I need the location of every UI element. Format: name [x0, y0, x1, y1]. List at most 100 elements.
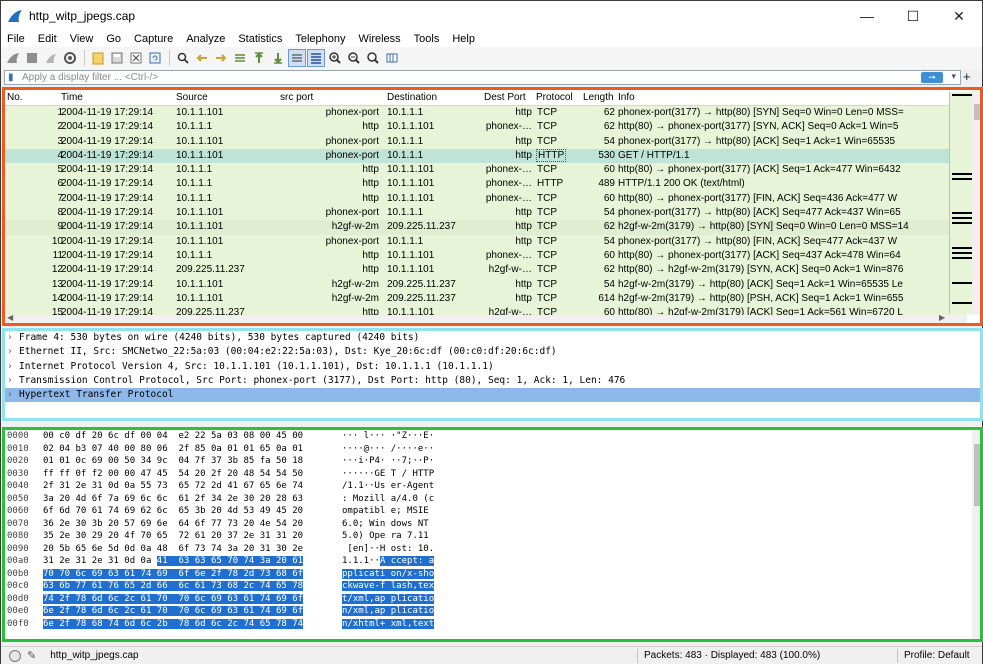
column-header-source[interactable]: Source: [176, 92, 208, 103]
column-header-length[interactable]: Length: [583, 92, 614, 103]
add-filter-button[interactable]: +: [963, 70, 971, 84]
packet-row[interactable]: 10 2004-11-19 17:29:14 10.1.1.101 phonex-po…: [5, 234, 967, 249]
packet-row[interactable]: 14 2004-11-19 17:29:14 10.1.1.101 h2gf-w-2m…: [5, 291, 967, 307]
packet-row[interactable]: 1 2004-11-19 17:29:14 10.1.1.101 phonex-por…: [5, 106, 967, 121]
apply-filter-arrow-icon[interactable]: ➞: [921, 72, 943, 83]
hex-line[interactable]: 0020 01 01 0c 69 00 50 34 9c 04 7f 37 3b …: [5, 455, 980, 468]
detail-tree-item[interactable]: › Frame 4: 530 bytes on wire (4240 bits),…: [5, 331, 980, 345]
resize-columns-icon[interactable]: [383, 49, 401, 67]
packet-row[interactable]: 8 2004-11-19 17:29:14 10.1.1.101 phonex-por…: [5, 206, 967, 221]
menu-edit[interactable]: Edit: [32, 33, 64, 45]
hex-line[interactable]: 0030 ff ff 0f f2 00 00 47 45 54 20 2f 20 …: [5, 468, 980, 481]
scroll-left-icon[interactable]: ◀: [7, 313, 13, 322]
packet-list-hscrollbar[interactable]: ◀ ▶: [5, 313, 967, 323]
menu-go[interactable]: Go: [100, 33, 128, 45]
scrollbar-thumb[interactable]: [974, 104, 980, 120]
hex-line[interactable]: 0000 00 c0 df 20 6c df 00 04 e2 22 5a 03 …: [5, 430, 980, 443]
chevron-right-icon[interactable]: ›: [7, 374, 13, 388]
menu-file[interactable]: File: [1, 33, 32, 45]
packet-row[interactable]: 2 2004-11-19 17:29:14 10.1.1.1 http 10.1.1.1…: [5, 120, 967, 135]
hex-line[interactable]: 00e0 6e 2f 78 6d 6c 2c 61 70 70 6c 69 63 …: [5, 605, 980, 618]
hex-line[interactable]: 0040 2f 31 2e 31 0d 0a 55 73 65 72 2d 41 …: [5, 480, 980, 493]
minimize-button[interactable]: —: [844, 1, 890, 31]
packet-row[interactable]: 12 2004-11-19 17:29:14 209.225.11.237 http 1…: [5, 263, 967, 278]
hex-line[interactable]: 00a0 31 2e 31 2e 31 0d 0a 41 63 63 65 70 …: [5, 555, 980, 568]
first-packet-icon[interactable]: [250, 49, 268, 67]
column-header-destination[interactable]: Destination: [387, 92, 437, 103]
chevron-down-icon[interactable]: ▾: [951, 71, 956, 82]
detail-tree-item[interactable]: › Transmission Control Protocol, Src Port…: [5, 374, 980, 388]
expert-info-icon[interactable]: [9, 649, 21, 662]
back-icon[interactable]: [193, 49, 211, 67]
detail-tree-item[interactable]: › Ethernet II, Src: SMCNetwo_22:5a:03 (00…: [5, 345, 980, 359]
display-filter-input[interactable]: [22, 72, 960, 83]
close-file-icon[interactable]: [127, 49, 145, 67]
capture-comment-icon[interactable]: ✎: [27, 649, 36, 662]
menu-wireless[interactable]: Wireless: [353, 33, 408, 45]
shark-start-icon[interactable]: [4, 49, 22, 67]
status-profile[interactable]: Profile: Default: [904, 650, 970, 661]
menu-telephony[interactable]: Telephony: [289, 33, 352, 45]
column-header-time[interactable]: Time: [61, 92, 83, 103]
chevron-right-icon[interactable]: ›: [7, 331, 13, 345]
column-header-no[interactable]: No.: [7, 92, 23, 103]
scroll-right-icon[interactable]: ▶: [939, 313, 945, 322]
packet-minimap[interactable]: [949, 92, 973, 314]
menu-view[interactable]: View: [64, 33, 101, 45]
find-icon[interactable]: [174, 49, 192, 67]
save-file-icon[interactable]: [108, 49, 126, 67]
zoom-normal-icon[interactable]: [364, 49, 382, 67]
menu-capture[interactable]: Capture: [128, 33, 180, 45]
detail-tree-item[interactable]: › Internet Protocol Version 4, Src: 10.1.…: [5, 360, 980, 374]
packet-row[interactable]: 3 2004-11-19 17:29:14 10.1.1.101 phonex-por…: [5, 134, 967, 149]
hex-line[interactable]: 00c0 63 6b 77 61 76 65 2d 66 6c 61 73 68 …: [5, 580, 980, 593]
column-header-protocol[interactable]: Protocol: [536, 92, 573, 103]
hex-line[interactable]: 0050 3a 20 4d 6f 7a 69 6c 6c 61 2f 34 2e …: [5, 493, 980, 506]
bytes-scrollbar[interactable]: [972, 430, 980, 639]
column-header-info[interactable]: Info: [618, 92, 635, 103]
scrollbar-thumb[interactable]: [974, 444, 980, 506]
bookmark-icon[interactable]: ▮: [8, 72, 19, 83]
colorize-icon[interactable]: [307, 49, 325, 67]
open-file-icon[interactable]: [89, 49, 107, 67]
autoscroll-icon[interactable]: [288, 49, 306, 67]
forward-icon[interactable]: [212, 49, 230, 67]
chevron-right-icon[interactable]: ›: [7, 388, 13, 402]
hex-line[interactable]: 0010 02 04 b3 07 40 00 80 06 2f 85 0a 01 …: [5, 443, 980, 456]
packet-list-scrollbar[interactable]: [972, 90, 980, 315]
chevron-right-icon[interactable]: ›: [7, 360, 13, 374]
zoom-in-icon[interactable]: [326, 49, 344, 67]
column-header-src-port[interactable]: src port: [280, 92, 313, 103]
maximize-button[interactable]: ☐: [890, 1, 936, 31]
hex-line[interactable]: 0080 35 2e 30 29 20 4f 70 65 72 61 20 37 …: [5, 530, 980, 543]
menu-help[interactable]: Help: [446, 33, 482, 45]
hex-line[interactable]: 0090 20 5b 65 6e 5d 0d 0a 48 6f 73 74 3a …: [5, 543, 980, 556]
detail-tree-item[interactable]: › Hypertext Transfer Protocol: [5, 388, 980, 403]
close-button[interactable]: ✕: [936, 1, 982, 31]
packet-row[interactable]: 9 2004-11-19 17:29:14 10.1.1.101 h2gf-w-2m 2…: [5, 220, 967, 235]
packet-row[interactable]: 6 2004-11-19 17:29:14 10.1.1.1 http 10.1.1.1…: [5, 177, 967, 192]
restart-icon[interactable]: [42, 49, 60, 67]
go-to-packet-icon[interactable]: [231, 49, 249, 67]
hex-line[interactable]: 00b0 70 70 6c 69 63 61 74 69 6f 6e 2f 78 …: [5, 568, 980, 581]
packet-row[interactable]: 4 2004-11-19 17:29:14 10.1.1.101 phonex-por…: [5, 148, 967, 164]
options-icon[interactable]: [61, 49, 79, 67]
toolbar-separator: [84, 50, 85, 66]
packet-row[interactable]: 5 2004-11-19 17:29:14 10.1.1.1 http 10.1.1.1…: [5, 163, 967, 178]
zoom-out-icon[interactable]: [345, 49, 363, 67]
stop-icon[interactable]: [23, 49, 41, 67]
chevron-right-icon[interactable]: ›: [7, 345, 13, 359]
packet-row[interactable]: 11 2004-11-19 17:29:14 10.1.1.1 http 10.1.1.…: [5, 248, 967, 264]
menu-analyze[interactable]: Analyze: [180, 33, 232, 45]
column-header-dest-port[interactable]: Dest Port: [484, 92, 526, 103]
reload-icon[interactable]: [146, 49, 164, 67]
menu-tools[interactable]: Tools: [408, 33, 447, 45]
hex-line[interactable]: 00f0 6e 2f 78 68 74 6d 6c 2b 78 6d 6c 2c …: [5, 618, 980, 631]
packet-row[interactable]: 7 2004-11-19 17:29:14 10.1.1.1 http 10.1.1.1…: [5, 191, 967, 207]
last-packet-icon[interactable]: [269, 49, 287, 67]
hex-line[interactable]: 0070 36 2e 30 3b 20 57 69 6e 64 6f 77 73 …: [5, 518, 980, 531]
packet-row[interactable]: 13 2004-11-19 17:29:14 10.1.1.101 h2gf-w-2m…: [5, 277, 967, 292]
hex-line[interactable]: 00d0 74 2f 78 6d 6c 2c 61 70 70 6c 69 63 …: [5, 593, 980, 606]
menu-statistics[interactable]: Statistics: [232, 33, 289, 45]
hex-line[interactable]: 0060 6f 6d 70 61 74 69 62 6c 65 3b 20 4d …: [5, 505, 980, 518]
